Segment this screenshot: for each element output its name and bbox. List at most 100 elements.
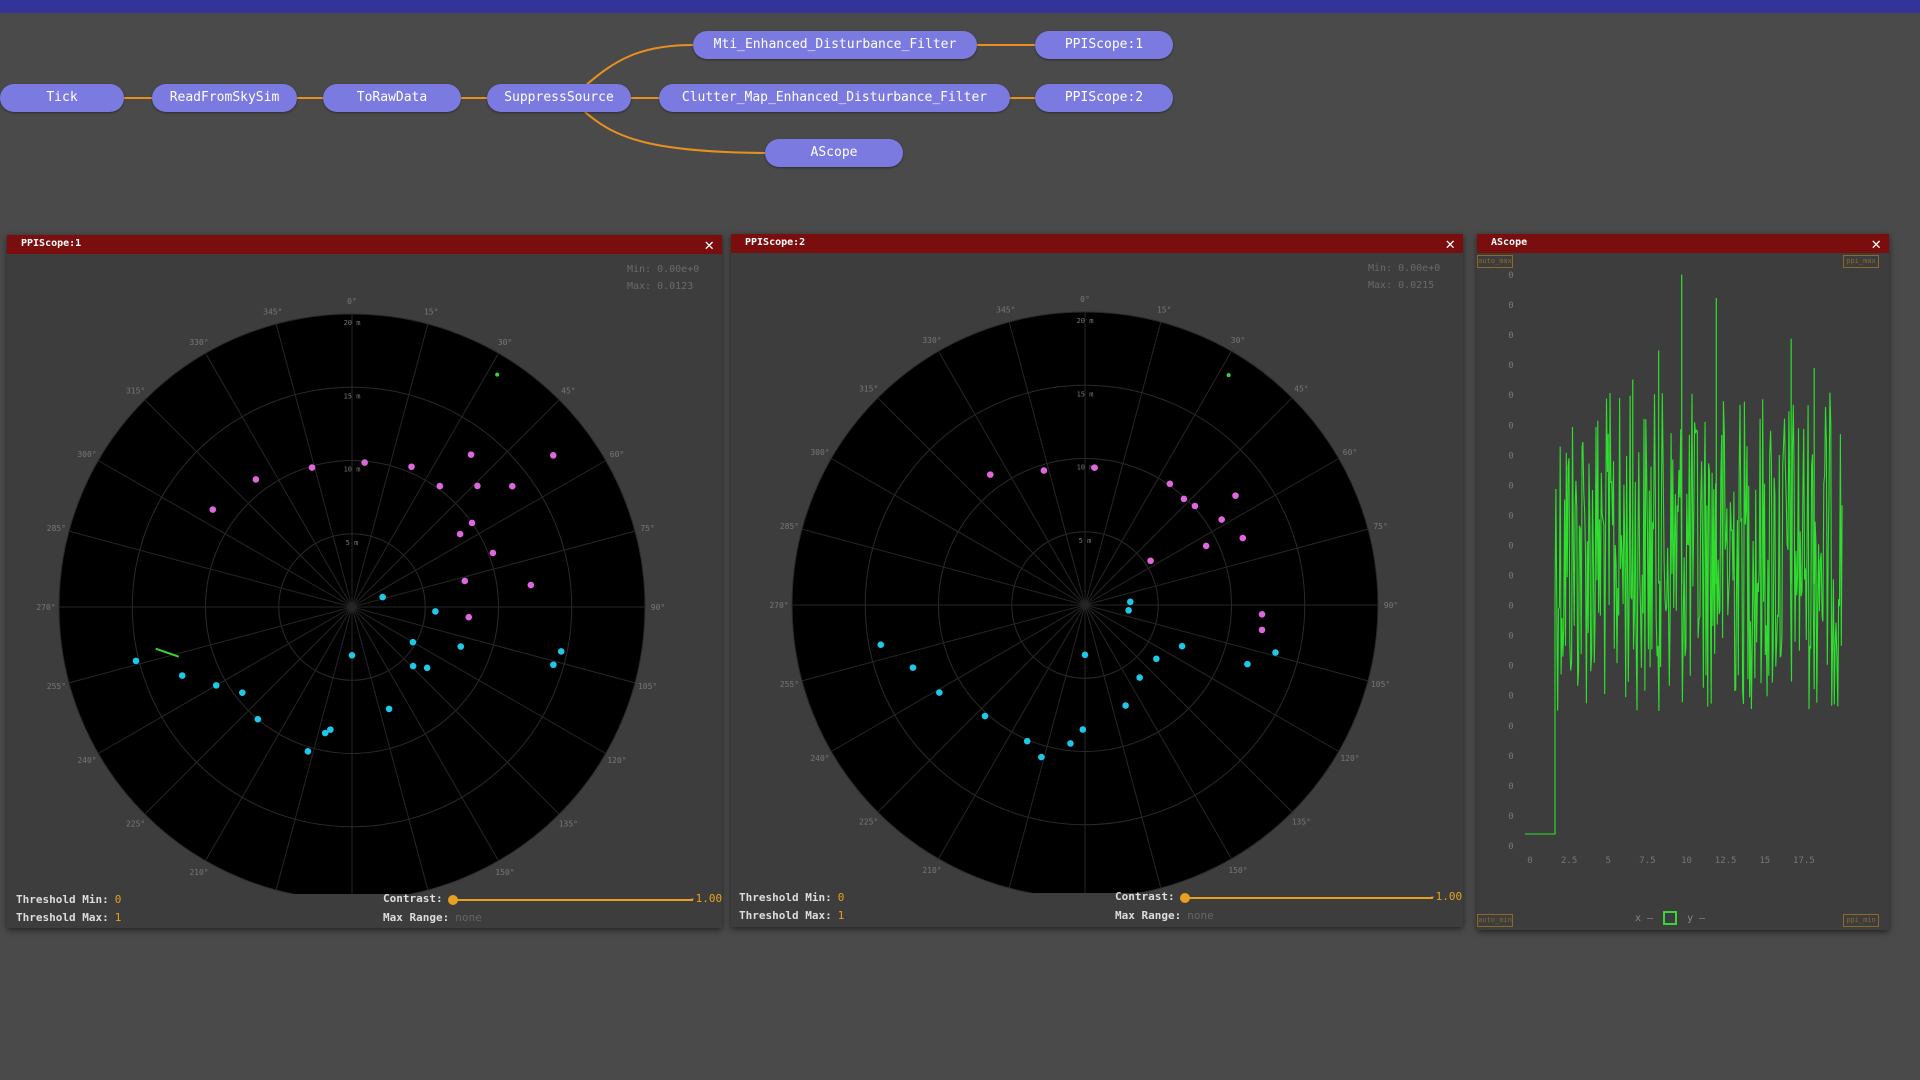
corner-label-bottom-right[interactable]: ppi_min (1843, 914, 1879, 927)
ascope-header[interactable]: AScope ✕ (1477, 234, 1889, 253)
node-read-from-sky-sim[interactable]: ReadFromSkySim (152, 84, 297, 112)
y-tick-label: 0 (1508, 692, 1513, 702)
target-point (1178, 642, 1186, 650)
corner-label-top-right[interactable]: ppi_max (1843, 255, 1879, 268)
x-tick-label: 5 (1606, 856, 1611, 866)
azimuth-label: 45° (561, 387, 575, 396)
node-ppi-scope-1[interactable]: PPIScope:1 (1035, 31, 1173, 59)
target-point (1226, 373, 1231, 378)
contrast-value: -1.00 (689, 892, 723, 905)
target-point (467, 451, 475, 458)
azimuth-label: 30° (1231, 336, 1245, 345)
azimuth-label: 30° (498, 338, 512, 347)
threshold-max-label: Threshold Max: (16, 911, 109, 924)
ppi-scope-2-header[interactable]: PPIScope:2 ✕ (731, 234, 1463, 253)
legend-swatch[interactable] (1663, 911, 1678, 925)
contrast-slider-handle[interactable] (448, 895, 458, 905)
y-tick-label: 0 (1508, 331, 1513, 341)
range-label: 10 m (344, 466, 361, 474)
contrast-value: -1.00 (1429, 890, 1463, 903)
contrast-slider[interactable] (453, 899, 693, 901)
y-tick-label: 0 (1508, 752, 1513, 762)
target-point (178, 672, 186, 679)
x-tick-label: 15 (1759, 856, 1770, 866)
y-tick-label: 0 (1508, 842, 1513, 852)
y-tick-label: 0 (1508, 782, 1513, 792)
node-mti-filter[interactable]: Mti_Enhanced_Disturbance_Filter (693, 31, 977, 59)
target-point (877, 641, 885, 648)
node-to-raw-data[interactable]: ToRawData (323, 84, 461, 112)
max-readout: Max: 0.0123 (627, 281, 694, 292)
azimuth-label: 255° (47, 682, 66, 691)
threshold-max-value[interactable]: 1 (838, 909, 845, 922)
y-tick-label: 0 (1508, 391, 1513, 401)
target-point (909, 664, 917, 671)
target-point (456, 530, 464, 538)
threshold-min-label: Threshold Min: (739, 891, 832, 904)
target-point (461, 577, 469, 585)
ppi-scope-1-plot[interactable]: 0°15°30°45°60°75°90°105°120°135°150°165°… (7, 254, 722, 894)
y-tick-label: 0 (1508, 632, 1513, 642)
threshold-min-value[interactable]: 0 (115, 893, 122, 906)
y-tick-label: 0 (1508, 361, 1513, 371)
target-point (1239, 534, 1247, 542)
azimuth-label: 330° (189, 338, 208, 347)
close-icon[interactable]: ✕ (704, 235, 714, 254)
node-ascope[interactable]: AScope (765, 139, 903, 167)
range-label: 5 m (1079, 537, 1092, 545)
y-tick-label: 0 (1508, 511, 1513, 521)
target-point (239, 689, 246, 696)
y-tick-label: 0 (1508, 602, 1513, 612)
ppi-scope-1-range-readout: Min: 0.00e+0 Max: 0.0123 (627, 261, 699, 295)
close-icon[interactable]: ✕ (1445, 234, 1455, 253)
close-icon[interactable]: ✕ (1871, 234, 1881, 253)
panel-title: PPIScope:2 (745, 237, 806, 248)
target-point (1166, 480, 1174, 488)
target-point (1180, 495, 1188, 503)
pipeline-graph: Tick ReadFromSkySim ToRawData SuppressSo… (0, 0, 1920, 200)
ppi-scope-2-plot[interactable]: 0°15°30°45°60°75°90°105°120°135°150°165°… (731, 253, 1463, 893)
node-suppress-source[interactable]: SuppressSource (487, 84, 631, 112)
max-range-value[interactable]: none (1187, 909, 1214, 922)
x-tick-label: 7.5 (1639, 856, 1655, 866)
ppi-scope-1-header[interactable]: PPIScope:1 ✕ (7, 235, 722, 254)
target-point (209, 506, 217, 513)
target-point (981, 712, 989, 720)
target-point (557, 648, 565, 655)
target-point (409, 638, 417, 646)
x-tick-label: 2.5 (1561, 856, 1577, 866)
threshold-max-label: Threshold Max: (739, 909, 832, 922)
azimuth-label: 75° (1373, 522, 1387, 531)
azimuth-label: 210° (922, 866, 941, 875)
target-point (495, 372, 500, 377)
ascope-legend: x — y — (1635, 911, 1706, 925)
threshold-max-value[interactable]: 1 (115, 911, 122, 924)
threshold-min: Threshold Min: 0 (739, 891, 844, 904)
threshold-max: Threshold Max: 1 (16, 911, 121, 924)
corner-label-top-left[interactable]: auto_max (1477, 255, 1513, 268)
x-tick-label: 0 (1527, 856, 1532, 866)
azimuth-label: 225° (859, 817, 878, 826)
corner-label-bottom-left[interactable]: auto_min (1477, 914, 1513, 927)
panel-title: PPIScope:1 (21, 238, 82, 249)
azimuth-label: 315° (859, 385, 878, 394)
azimuth-label: 315° (126, 387, 145, 396)
azimuth-label: 255° (780, 680, 799, 689)
target-point (1202, 542, 1210, 550)
target-point (474, 482, 481, 490)
contrast-slider-handle[interactable] (1180, 893, 1190, 903)
target-point (1023, 737, 1031, 745)
node-ppi-scope-2[interactable]: PPIScope:2 (1035, 84, 1173, 112)
target-point (1218, 516, 1225, 523)
y-tick-label: 0 (1508, 451, 1513, 461)
node-clutter-map-filter[interactable]: Clutter_Map_Enhanced_Disturbance_Filter (659, 84, 1010, 112)
max-range-value[interactable]: none (455, 911, 482, 924)
contrast-slider[interactable] (1185, 897, 1433, 899)
threshold-min: Threshold Min: 0 (16, 893, 121, 906)
azimuth-label: 300° (810, 448, 829, 457)
ascope-plot[interactable]: 0 0 0 0 0 0 0 0 0 0 0 0 0 0 0 0 0 0 0 0 0 2.5 5 7.5 10 12.5 15 17.5 (1477, 253, 1889, 913)
max-range-label: Max Range: (383, 911, 450, 924)
y-tick-label: 0 (1508, 301, 1513, 311)
node-tick[interactable]: Tick (0, 84, 124, 112)
threshold-min-value[interactable]: 0 (838, 891, 845, 904)
